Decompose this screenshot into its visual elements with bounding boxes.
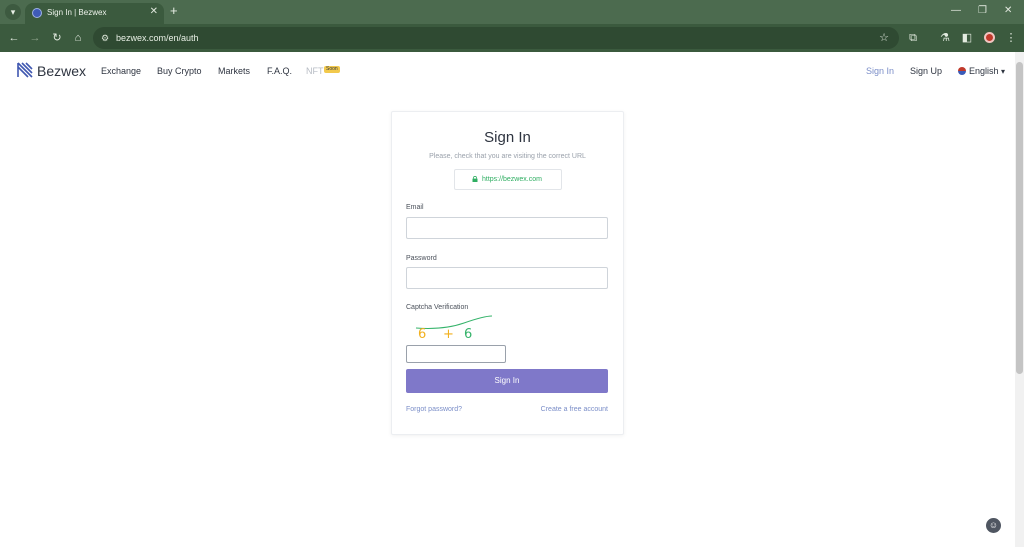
language-label: English [969, 66, 999, 76]
forward-arrow-icon[interactable]: → [28, 31, 42, 45]
tab-list-chevron-down-icon[interactable]: ▾ [5, 4, 21, 20]
captcha-label: Captcha Verification [406, 304, 469, 311]
sign-in-button[interactable]: Sign In [406, 369, 608, 393]
bookmark-star-icon[interactable]: ☆ [879, 31, 889, 45]
side-panel-icon[interactable]: ◧ [959, 30, 975, 46]
reload-icon[interactable]: ↻ [50, 31, 64, 45]
brand-name: Bezwex [37, 63, 87, 79]
header-sign-up-link[interactable]: Sign Up [910, 66, 942, 76]
nav-exchange[interactable]: Exchange [101, 66, 141, 76]
chevron-down-icon: ▾ [1001, 67, 1006, 76]
secure-url-box: https://bezwex.com [454, 169, 562, 190]
nav-faq[interactable]: F.A.Q. [267, 66, 292, 76]
page-scrollbar[interactable] [1015, 52, 1024, 547]
tab-title: Sign In | Bezwex [47, 8, 107, 17]
header-sign-in-link[interactable]: Sign In [866, 66, 894, 76]
extensions-puzzle-icon[interactable]: ⧉ [905, 30, 921, 46]
restore-window-icon[interactable]: ❐ [978, 5, 987, 17]
captcha-char-3: 6 [464, 327, 472, 342]
back-arrow-icon[interactable]: ← [7, 31, 21, 45]
new-tab-plus-icon[interactable]: + [170, 3, 178, 19]
forgot-password-link[interactable]: Forgot password? [406, 406, 462, 413]
browser-tab-strip: ▾ Sign In | Bezwex ✕ + — ❐ ✕ [0, 0, 1024, 24]
email-field[interactable] [406, 217, 608, 239]
create-account-link[interactable]: Create a free account [541, 406, 608, 413]
close-window-icon[interactable]: ✕ [1004, 5, 1012, 17]
nft-soon-badge: Soon [324, 66, 340, 73]
captcha-image: 6 + 6 [415, 315, 493, 342]
profile-avatar-icon[interactable] [984, 32, 995, 43]
us-flag-icon [958, 67, 966, 75]
sign-in-card: Sign In Please, check that you are visit… [391, 111, 624, 435]
address-bar[interactable]: ⚙ bezwex.com/en/auth ☆ [93, 27, 899, 49]
browser-menu-kebab-icon[interactable]: ⋮ [1003, 30, 1019, 46]
bezwex-logo-icon [17, 62, 33, 78]
nav-nft[interactable]: NFT [306, 66, 324, 76]
nav-markets[interactable]: Markets [218, 66, 250, 76]
language-selector[interactable]: English ▾ [958, 66, 1005, 76]
labs-flask-icon[interactable]: ⚗ [937, 30, 953, 46]
password-label: Password [406, 255, 437, 262]
page-content: Bezwex Exchange Buy Crypto Markets F.A.Q… [0, 52, 1015, 547]
captcha-input[interactable] [406, 345, 506, 363]
site-info-icon[interactable]: ⚙ [101, 32, 109, 44]
home-icon[interactable]: ⌂ [71, 31, 85, 45]
captcha-char-2: + [443, 327, 454, 342]
lock-icon [472, 176, 478, 182]
email-label: Email [406, 204, 424, 211]
nav-buy-crypto[interactable]: Buy Crypto [157, 66, 202, 76]
scrollbar-thumb[interactable] [1016, 62, 1023, 374]
tab-close-icon[interactable]: ✕ [150, 6, 158, 18]
support-chat-icon[interactable]: ☺ [986, 518, 1001, 533]
address-url[interactable]: bezwex.com/en/auth [116, 33, 199, 43]
secure-url-text: https://bezwex.com [482, 176, 542, 183]
page-title: Sign In [484, 129, 531, 146]
site-favicon-icon [32, 8, 42, 18]
password-field[interactable] [406, 267, 608, 289]
browser-tab-active[interactable]: Sign In | Bezwex ✕ [25, 3, 164, 24]
minimize-window-icon[interactable]: — [951, 5, 961, 17]
captcha-char-1: 6 [418, 327, 426, 342]
url-check-notice: Please, check that you are visiting the … [429, 153, 586, 160]
browser-toolbar: ← → ↻ ⌂ ⚙ bezwex.com/en/auth ☆ ⧉ ⚗ ◧ ⋮ [0, 24, 1024, 52]
